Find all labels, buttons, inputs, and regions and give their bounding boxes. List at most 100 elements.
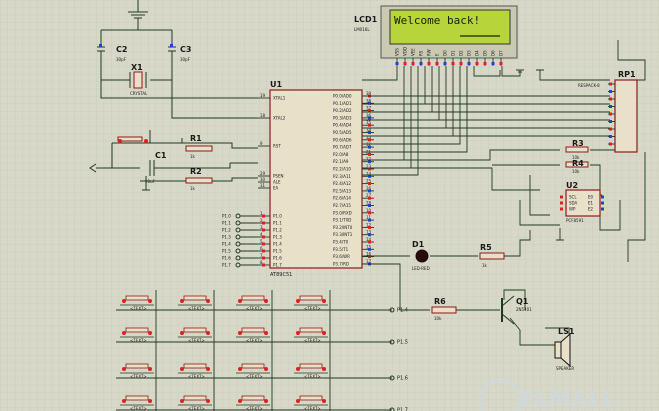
- keypad-label-placeholder: <TEXT>: [304, 306, 321, 311]
- u2-pin-name: SCL: [569, 195, 577, 200]
- port-label-text: P1.2: [222, 228, 231, 233]
- crystal-type: CRYSTAL: [130, 91, 148, 96]
- u1-pin-marker: [262, 263, 265, 267]
- keypad-label-placeholder: <TEXT>: [304, 374, 321, 379]
- u1-pin-name: P2.3/A11: [333, 174, 351, 179]
- port-label-text: P1.1: [222, 221, 231, 226]
- u1-pin-name: P1.0: [273, 214, 282, 219]
- u1-pin-name: P0.1/AD1: [333, 101, 352, 106]
- lcd-display-text: Welcome back!: [394, 14, 480, 27]
- u1-pin-name: P0.2/AD2: [333, 108, 352, 113]
- lcd-pin-marker: [491, 62, 495, 65]
- keypad-label-placeholder: <TEXT>: [246, 306, 263, 311]
- u1-pin-name: P2.2/A10: [333, 167, 351, 172]
- c3-pin-marker: [170, 44, 173, 47]
- keypad-label-placeholder: <TEXT>: [188, 406, 205, 411]
- lcd-pin-name: RW: [427, 49, 432, 56]
- u2-pin-marker: [601, 201, 604, 205]
- port-label-text: P1.3: [222, 235, 231, 240]
- u1-pin-number: 31: [260, 183, 266, 188]
- u1-pin-name: P3.4/T0: [333, 240, 349, 245]
- r5-value: 1k: [482, 263, 488, 268]
- u1-pin-name: P1.6: [273, 256, 282, 261]
- u1-pin-name: P1.4: [273, 242, 282, 247]
- u1-pin-name: XTAL1: [273, 96, 286, 101]
- c2-pin-marker: [99, 44, 102, 47]
- rp1-pin-marker: [609, 90, 612, 93]
- r2-value: 1k: [190, 186, 196, 191]
- u1-pin-marker: [368, 138, 371, 142]
- u1-pin-name: P0.7/AD7: [333, 145, 352, 150]
- led-model: LED-RED: [412, 266, 430, 271]
- c1-ref: C1: [155, 151, 167, 160]
- u1-pin-name: EA: [273, 186, 279, 191]
- c2-ref: C2: [116, 45, 127, 54]
- u1-pin-name: P2.0/A8: [333, 152, 349, 157]
- u1-pin-marker: [368, 160, 371, 164]
- rp1-model: RESPACK-8: [578, 83, 600, 88]
- u1-pin-marker: [368, 189, 371, 193]
- u1-pin-name: P3.2/INT0: [333, 225, 353, 230]
- u1-pin-number: 19: [260, 93, 266, 98]
- ls1-model: SPEAKER: [556, 366, 574, 371]
- u1-pin-name: P0.6/AD6: [333, 137, 352, 142]
- q1-ref: Q1: [516, 297, 529, 306]
- u1-pin-marker: [368, 123, 371, 127]
- u1-pin-marker: [368, 240, 371, 244]
- c3-ref: C3: [180, 45, 191, 54]
- mcu-u1[interactable]: U1 AT89C51 XTAL119XTAL218RST9PSEN29ALE30…: [258, 80, 374, 278]
- u1-pin-name: P0.5/AD5: [333, 130, 352, 135]
- u2-pin-name: E0: [588, 195, 594, 200]
- c3-value: 30pF: [180, 57, 191, 62]
- rp1-pin-marker: [609, 142, 612, 146]
- u1-pin-name: P1.2: [273, 228, 282, 233]
- r5-ref: R5: [480, 243, 492, 252]
- lcd-pin-name: D6: [491, 50, 496, 56]
- keypad-label-placeholder: <TEXT>: [130, 374, 147, 379]
- row-label-text: P1.6: [397, 376, 408, 382]
- u1-pin-name: P3.6/WR: [333, 254, 350, 259]
- u1-pin-marker: [368, 152, 371, 156]
- keypad-label-placeholder: <TEXT>: [304, 338, 321, 343]
- lcd-pin-name: VDD: [403, 47, 408, 56]
- r1-ref: R1: [190, 134, 202, 143]
- u2-pin-marker: [601, 207, 604, 211]
- led-ref: D1: [412, 240, 425, 249]
- rp1-pin-marker: [609, 105, 612, 108]
- u1-pin-marker: [368, 247, 371, 251]
- u1-pin-name: P2.4/A12: [333, 181, 351, 186]
- u1-pin-name: P0.4/AD4: [333, 123, 352, 128]
- c1-value: 10uF: [145, 179, 156, 184]
- port-label-text: P1.4: [222, 242, 231, 247]
- lcd-pin-name: D4: [475, 50, 480, 56]
- keypad-label-placeholder: <TEXT>: [246, 406, 263, 411]
- u1-ref: U1: [270, 80, 282, 89]
- port-label-text: P1.7: [222, 263, 231, 268]
- u1-pin-marker: [368, 204, 371, 207]
- r6-ref: R6: [434, 297, 446, 306]
- keypad-label-placeholder: <TEXT>: [130, 306, 147, 311]
- lcd-pin-name: D3: [467, 50, 472, 56]
- keypad-label-placeholder: <TEXT>: [188, 306, 205, 311]
- lcd-pin-marker: [467, 62, 471, 65]
- r3-ref: R3: [572, 139, 584, 148]
- u1-pin-name: RST: [273, 144, 281, 149]
- lcd-pin-marker: [395, 62, 399, 65]
- crystal-ref: X1: [131, 63, 143, 72]
- u1-pin-name: P2.1/A9: [333, 159, 349, 164]
- watermark-text: ELMALL: [520, 388, 616, 411]
- lcd-pin-marker: [435, 62, 439, 65]
- lcd-pin-marker: [403, 62, 407, 65]
- keypad-label-placeholder: <TEXT>: [246, 374, 263, 379]
- lcd-pin-marker: [459, 62, 463, 65]
- u1-pin-marker: [368, 145, 371, 149]
- u1-pin-number: 30: [260, 177, 266, 182]
- lcd-pin-name: D2: [459, 50, 464, 56]
- lcd-pin-marker: [451, 62, 455, 65]
- r4-ref: R4: [572, 159, 584, 168]
- u1-pin-marker: [368, 218, 371, 222]
- u1-pin-number: 18: [260, 113, 266, 118]
- row-label-text: P1.5: [397, 340, 408, 346]
- rp1-pin-marker: [609, 120, 612, 123]
- lcd-pin-marker: [475, 62, 479, 65]
